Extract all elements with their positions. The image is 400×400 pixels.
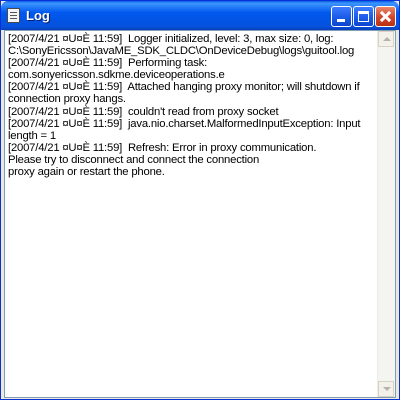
vertical-scrollbar[interactable]	[377, 31, 395, 397]
log-window: Log [2007/4/21 ¤U¤È 11:59] Logger initia…	[0, 0, 400, 400]
maximize-icon	[358, 11, 369, 22]
maximize-button[interactable]	[353, 6, 374, 27]
close-button[interactable]	[375, 6, 396, 27]
log-document-icon[interactable]	[7, 8, 20, 23]
minimize-button[interactable]	[331, 6, 352, 27]
arrow-up-icon	[383, 37, 391, 41]
minimize-icon	[337, 19, 345, 22]
arrow-down-icon	[383, 387, 391, 391]
title-bar[interactable]: Log	[1, 1, 399, 30]
log-text-area[interactable]: [2007/4/21 ¤U¤È 11:59] Logger initialize…	[4, 30, 396, 398]
window-title: Log	[26, 8, 50, 23]
scroll-down-button[interactable]	[378, 381, 394, 397]
close-icon	[376, 7, 395, 26]
scroll-up-button[interactable]	[378, 31, 394, 47]
log-content[interactable]: [2007/4/21 ¤U¤È 11:59] Logger initialize…	[6, 32, 378, 396]
